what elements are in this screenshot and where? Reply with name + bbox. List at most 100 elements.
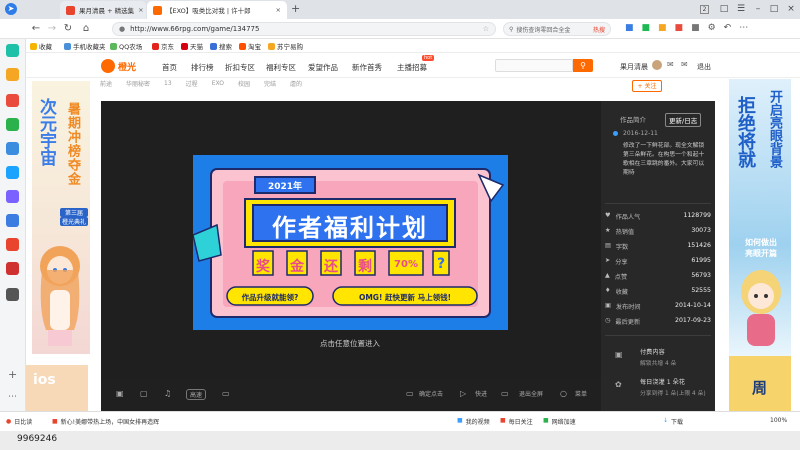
site-search-button[interactable]: ⚲ bbox=[573, 59, 593, 72]
bookmark-item[interactable]: 天猫 bbox=[181, 41, 203, 51]
site-logo[interactable]: 橙光 bbox=[101, 59, 136, 73]
screen-icon[interactable]: ▭ bbox=[222, 389, 230, 398]
mail-icon[interactable]: ✉ bbox=[681, 60, 688, 69]
tag[interactable]: 前途 bbox=[100, 79, 112, 88]
close-icon[interactable]: × bbox=[276, 6, 281, 14]
home-icon[interactable]: ⌂ bbox=[80, 23, 92, 35]
avatar[interactable] bbox=[652, 60, 662, 70]
paid-content-title[interactable]: 付费内容 bbox=[640, 347, 665, 356]
back-icon[interactable]: ← bbox=[30, 23, 42, 35]
bookmark-item[interactable]: 京东 bbox=[152, 41, 174, 51]
sidebar-add-button[interactable]: + bbox=[8, 368, 17, 381]
exit-fullscreen-icon[interactable]: ▭ bbox=[501, 389, 509, 398]
mouse-icon[interactable]: ▭ bbox=[406, 389, 414, 398]
extension-icon[interactable]: ■ bbox=[658, 23, 667, 33]
sidebar-app-icon[interactable] bbox=[6, 262, 19, 275]
nav-rank[interactable]: 排行榜 bbox=[191, 62, 214, 73]
window-count-badge[interactable]: 2 bbox=[700, 5, 709, 14]
more-icon[interactable]: ⋯ bbox=[739, 23, 748, 33]
exit-fullscreen-label[interactable]: 退出全屏 bbox=[519, 389, 543, 398]
tag[interactable]: 13 bbox=[164, 80, 172, 87]
news-ticker[interactable]: ■ 新心!美娜带热上场，中国女排再造辉 bbox=[52, 417, 159, 426]
bookmark-item[interactable]: 收藏 bbox=[30, 41, 52, 51]
tag[interactable]: 华丽秘密 bbox=[126, 79, 150, 88]
zoom-level[interactable]: 100% bbox=[770, 417, 787, 424]
fast-forward-icon[interactable]: ▷ bbox=[460, 389, 466, 398]
nav-new[interactable]: 新作首秀 bbox=[352, 62, 382, 73]
tag[interactable]: 完结 bbox=[264, 79, 276, 88]
sidebar-app-icon[interactable] bbox=[6, 214, 19, 227]
star-icon[interactable]: ☆ bbox=[483, 25, 489, 33]
enter-hint[interactable]: 点击任意位置进入 bbox=[300, 338, 400, 349]
capture-icon[interactable]: ▢ bbox=[140, 389, 148, 398]
nav-works[interactable]: 爱望作品 bbox=[308, 62, 338, 73]
restore-icon[interactable]: □ bbox=[718, 3, 730, 15]
confirm-click-label[interactable]: 确定点击 bbox=[419, 389, 443, 398]
site-search-input[interactable] bbox=[495, 59, 573, 72]
close-icon[interactable]: × bbox=[138, 6, 143, 14]
new-tab-button[interactable]: + bbox=[291, 2, 300, 15]
settings-icon[interactable]: ⚙ bbox=[708, 23, 716, 33]
minimize-button[interactable]: – bbox=[752, 3, 764, 15]
sidebar-app-icon[interactable] bbox=[6, 68, 19, 81]
sidebar-app-icon[interactable] bbox=[6, 238, 19, 251]
browser-logo-icon[interactable]: ➤ bbox=[5, 3, 17, 15]
tab-2[interactable]: 【EXO】吸类比对我 | 许十郎 × bbox=[147, 1, 287, 19]
sidebar-app-icon[interactable] bbox=[6, 142, 19, 155]
status-item[interactable]: ■ 我的视频 bbox=[457, 417, 490, 426]
tab-1[interactable]: 果月清晨 + 精选集 × bbox=[60, 1, 146, 19]
undo-icon[interactable]: ↶ bbox=[724, 23, 732, 33]
bookmark-item[interactable]: 手机收藏夹 bbox=[64, 41, 106, 51]
bookmark-item[interactable]: QQ农场 bbox=[110, 41, 142, 51]
tab-intro[interactable]: 作品简介 bbox=[620, 114, 646, 124]
status-item[interactable]: ● 日比读 bbox=[6, 417, 32, 426]
bookmark-item[interactable]: 淘宝 bbox=[239, 41, 261, 51]
fullscreen-icon[interactable]: ▣ bbox=[116, 389, 124, 398]
nav-home[interactable]: 首页 bbox=[162, 62, 177, 73]
nav-welfare[interactable]: 福利专区 bbox=[266, 62, 296, 73]
status-item[interactable]: ↓ 下载 bbox=[663, 417, 683, 426]
tag[interactable]: 过程 bbox=[186, 79, 198, 88]
speed-button[interactable]: 高速 bbox=[186, 389, 207, 400]
url-input[interactable]: ● http://www.66rpg.com/game/134775 ☆ bbox=[112, 22, 496, 36]
share-icon: ➤ bbox=[605, 257, 611, 264]
forward-icon[interactable]: → bbox=[46, 23, 58, 35]
sidebar-app-icon[interactable] bbox=[6, 94, 19, 107]
nav-discount[interactable]: 折扣专区 bbox=[225, 62, 255, 73]
logout-link[interactable]: 退出 bbox=[697, 62, 711, 72]
status-item[interactable]: ■ 每日关注 bbox=[500, 417, 533, 426]
bookmark-label: QQ农场 bbox=[119, 43, 143, 51]
message-icon[interactable]: ✉ bbox=[667, 60, 674, 69]
extension-icon[interactable]: ■ bbox=[642, 23, 651, 33]
status-item[interactable]: ■ 网络加速 bbox=[543, 417, 576, 426]
tag[interactable]: 虐的 bbox=[290, 79, 302, 88]
menu-label[interactable]: 菜单 bbox=[575, 389, 587, 398]
search-input[interactable]: ⚲ 搜伤查询零回合全金 热搜 bbox=[503, 22, 611, 36]
sidebar-app-icon[interactable] bbox=[6, 190, 19, 203]
extension-icon[interactable]: ■ bbox=[625, 23, 634, 33]
sidebar-app-icon[interactable] bbox=[6, 118, 19, 131]
extension-icon[interactable]: ■ bbox=[675, 23, 684, 33]
extensions-area[interactable]: ■ ■ ■ ■ ■ ⚙ ↶ ⋯ bbox=[625, 23, 748, 33]
tag[interactable]: 校园 bbox=[238, 79, 250, 88]
daily-flower-title[interactable]: 每日浇灌 1 朵花 bbox=[640, 377, 685, 386]
username[interactable]: 果月清晨 bbox=[620, 62, 648, 72]
extension-icon[interactable]: ■ bbox=[691, 23, 700, 33]
sidebar-more-icon[interactable]: ⋯ bbox=[8, 392, 17, 402]
sidebar-app-icon[interactable] bbox=[6, 166, 19, 179]
fast-forward-label[interactable]: 快进 bbox=[475, 389, 487, 398]
refresh-icon[interactable]: ↻ bbox=[62, 23, 74, 35]
tab-update-log[interactable]: 更新/日志 bbox=[665, 113, 702, 127]
menu-icon[interactable]: ○ bbox=[560, 389, 567, 398]
window-close-button[interactable]: × bbox=[785, 3, 797, 15]
menu-icon[interactable]: ☰ bbox=[735, 3, 747, 15]
bookmark-item[interactable]: 搜索 bbox=[210, 41, 232, 51]
maximize-button[interactable]: □ bbox=[768, 3, 780, 15]
volume-icon[interactable]: ♫ bbox=[164, 389, 171, 398]
follow-button[interactable]: + 关注 bbox=[632, 80, 662, 92]
tag[interactable]: EXO bbox=[212, 80, 224, 87]
bookmark-item[interactable]: 苏宁易购 bbox=[268, 41, 303, 51]
nav-recruit[interactable]: 主播招募 bbox=[397, 62, 427, 73]
sidebar-app-icon[interactable] bbox=[6, 44, 19, 57]
sidebar-app-icon[interactable] bbox=[6, 288, 19, 301]
